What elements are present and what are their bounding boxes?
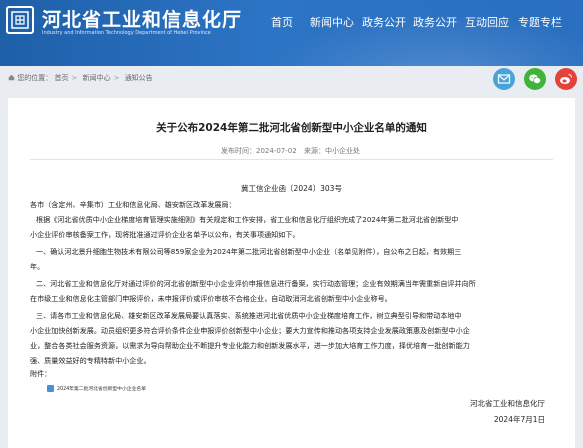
paragraph-line: 在市级工业和信息化主管部门申报评价，未申报评价或评价审核不合格企业，自动取消河北… bbox=[30, 294, 392, 303]
paragraph-3: 二、河北省工业和信息化厅对通过评价的河北省创新型中小企业评价申报信息进行备案，实… bbox=[30, 276, 555, 306]
email-icon bbox=[497, 74, 511, 84]
paragraph-line: 年。 bbox=[30, 262, 45, 271]
site-title[interactable]: 河北省工业和信息化厅 bbox=[42, 5, 242, 32]
attachment-link[interactable]: 2024年第二批河北省创新型中小企业名单 bbox=[47, 385, 146, 392]
document-number: 冀工信企业函〔2024〕303号 bbox=[241, 184, 342, 193]
publish-date-label: 发布时间： bbox=[221, 147, 256, 155]
source-label: 来源： bbox=[304, 147, 325, 155]
nav-item-interaction[interactable]: 互动回应 bbox=[465, 14, 509, 30]
breadcrumb-prefix: 您的位置： bbox=[17, 74, 53, 82]
paragraph-1: 根据《河北省优质中小企业梯度培育管理实施细则》有关规定和工作安排，省工业和信息化… bbox=[30, 212, 555, 242]
paragraph-line: 二、河北省工业和信息化厅对通过评价的河北省创新型中小企业评价申报信息进行备案，实… bbox=[36, 279, 476, 288]
paragraph-4: 三、请各市工业和信息化局、雄安新区改革发展局要认真落实、系统推进河北省优质中小企… bbox=[30, 308, 555, 368]
breadcrumb-news[interactable]: 新闻中心 bbox=[83, 74, 111, 82]
attachment-name[interactable]: 2024年第二批河北省创新型中小企业名单 bbox=[57, 387, 146, 392]
paragraph-line: 三、请各市工业和信息化局、雄安新区改革发展局要认真落实、系统推进河北省优质中小企… bbox=[36, 311, 462, 320]
article-title: 关于公布2024年第二批河北省创新型中小企业名单的通知 bbox=[156, 122, 427, 134]
logo-icon[interactable] bbox=[6, 6, 34, 34]
file-icon bbox=[47, 385, 54, 392]
article-source: 来源：中小企业处 bbox=[304, 146, 360, 156]
site-subtitle: Industry and Information Technology Depa… bbox=[42, 30, 211, 36]
nav-item-news[interactable]: 新闻中心 bbox=[310, 14, 354, 30]
site-header: 河北省工业和信息化厅 Industry and Information Tech… bbox=[0, 0, 583, 66]
breadcrumb-notice[interactable]: 通知公告 bbox=[125, 74, 153, 82]
paragraph-line: 强、质量效益好的专精特新中小企业。 bbox=[30, 356, 151, 365]
signature: 河北省工业和信息化厅 bbox=[470, 399, 545, 408]
addressee: 各市（含定州、辛集市）工业和信息化局、雄安新区改革发展局： bbox=[30, 197, 555, 212]
nav-item-gov-open[interactable]: 政务公开 bbox=[362, 14, 406, 30]
publish-date: 发布时间：2024-07-02 bbox=[221, 146, 297, 156]
paragraph-line: 小企业评价审核备案工作，现将批准通过评价企业名单予以公布，有关事项通知如下。 bbox=[30, 230, 300, 239]
paragraph-line: 业，整合各类社会服务资源，以需求为导向帮助企业不断提升专业化能力和创新发展水平，… bbox=[30, 341, 470, 350]
breadcrumb-home[interactable]: 首页 bbox=[54, 74, 68, 82]
signature-date: 2024年7月1日 bbox=[493, 415, 545, 424]
breadcrumb: 您的位置： 首页 > 新闻中心 > 通知公告 bbox=[8, 73, 153, 83]
paragraph-2: 一、确认河北景升细胞生物技术有限公司等859家企业为2024年第二批河北省创新型… bbox=[30, 244, 555, 274]
publish-date-value: 2024-07-02 bbox=[256, 147, 297, 155]
paragraph-line: 根据《河北省优质中小企业梯度培育管理实施细则》有关规定和工作安排，省工业和信息化… bbox=[36, 215, 459, 224]
addressee-text: 各市（含定州、辛集市）工业和信息化局、雄安新区改革发展局： bbox=[30, 200, 236, 209]
email-share-button[interactable] bbox=[493, 68, 515, 90]
wechat-share-button[interactable] bbox=[524, 68, 546, 90]
source-value: 中小企业处 bbox=[325, 147, 360, 155]
home-icon bbox=[8, 74, 15, 81]
nav-item-gov-service[interactable]: 政务公开 bbox=[413, 14, 457, 30]
paragraph-line: 一、确认河北景升细胞生物技术有限公司等859家企业为2024年第二批河北省创新型… bbox=[36, 247, 462, 256]
wechat-icon bbox=[529, 74, 541, 84]
weibo-share-button[interactable] bbox=[555, 68, 577, 90]
nav-item-home[interactable]: 首页 bbox=[271, 14, 293, 30]
title-divider bbox=[30, 159, 553, 160]
weibo-icon bbox=[560, 74, 572, 84]
nav-item-special[interactable]: 专题专栏 bbox=[518, 14, 562, 30]
attachment-label: 附件： bbox=[30, 369, 52, 378]
paragraph-line: 小企业加快创新发展。动员组织更多符合评价条件企业申报评价创新型中小企业；要大力宣… bbox=[30, 326, 470, 335]
